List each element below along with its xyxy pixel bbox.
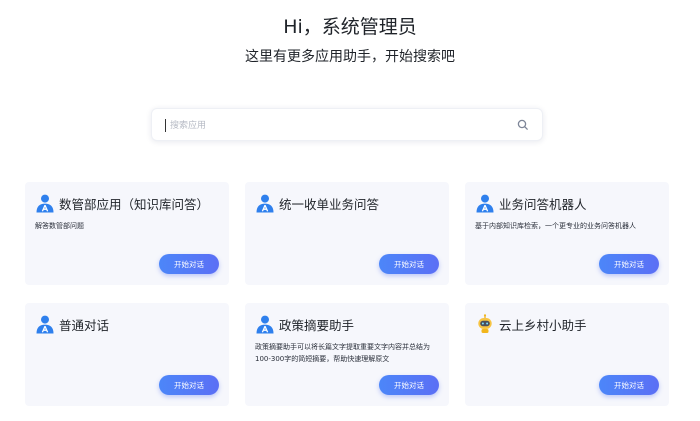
search-box[interactable] <box>151 108 543 142</box>
app-card-title: 云上乡村小助手 <box>499 318 587 333</box>
app-card-title: 统一收单业务问答 <box>279 197 380 212</box>
start-chat-button[interactable]: 开始对话 <box>379 375 439 395</box>
app-card-description: 政策摘要助手可以将长篇文字提取重要文字内容并总结为100-300字的简短摘要，帮… <box>255 343 430 363</box>
page-subtitle: 这里有更多应用助手，开始搜索吧 <box>245 49 455 65</box>
start-chat-button[interactable]: 开始对话 <box>159 375 219 395</box>
app-card-title: 普通对话 <box>59 318 110 333</box>
app-card-title: 政策摘要助手 <box>279 318 355 333</box>
person-avatar-icon <box>256 194 274 213</box>
app-card-village-assistant[interactable]: 云上乡村小助手 开始对话 <box>465 303 669 406</box>
start-chat-button[interactable]: 开始对话 <box>159 254 219 274</box>
text-caret <box>165 119 166 132</box>
app-card-title: 数管部应用（知识库问答） <box>59 197 210 212</box>
person-avatar-icon <box>256 315 274 334</box>
person-avatar-icon <box>36 315 54 334</box>
app-card-policy-summary[interactable]: 政策摘要助手 政策摘要助手可以将长篇文字提取重要文字内容并总结为100-300字… <box>245 303 449 406</box>
app-card-general-chat[interactable]: 普通对话 开始对话 <box>25 303 229 406</box>
greeting-title: Hi，系统管理员 <box>283 16 417 38</box>
search-icon[interactable] <box>516 118 530 132</box>
app-card-business-qa-bot[interactable]: 业务问答机器人 基于内部知识库检索，一个更专业的业务问答机器人 开始对话 <box>465 182 669 285</box>
robot-avatar-icon <box>478 314 492 333</box>
person-avatar-icon <box>36 194 54 213</box>
start-chat-button[interactable]: 开始对话 <box>379 254 439 274</box>
app-card-title: 业务问答机器人 <box>499 197 587 212</box>
app-card-description: 解答数管部问题 <box>35 222 84 230</box>
search-input[interactable] <box>168 109 502 142</box>
app-card-unified-payment[interactable]: 统一收单业务问答 开始对话 <box>245 182 449 285</box>
start-chat-button[interactable]: 开始对话 <box>599 375 659 395</box>
person-avatar-icon <box>476 194 494 213</box>
start-chat-button[interactable]: 开始对话 <box>599 254 659 274</box>
app-card-shuguan[interactable]: 数管部应用（知识库问答） 解答数管部问题 开始对话 <box>25 182 229 285</box>
app-card-description: 基于内部知识库检索，一个更专业的业务问答机器人 <box>475 222 636 230</box>
